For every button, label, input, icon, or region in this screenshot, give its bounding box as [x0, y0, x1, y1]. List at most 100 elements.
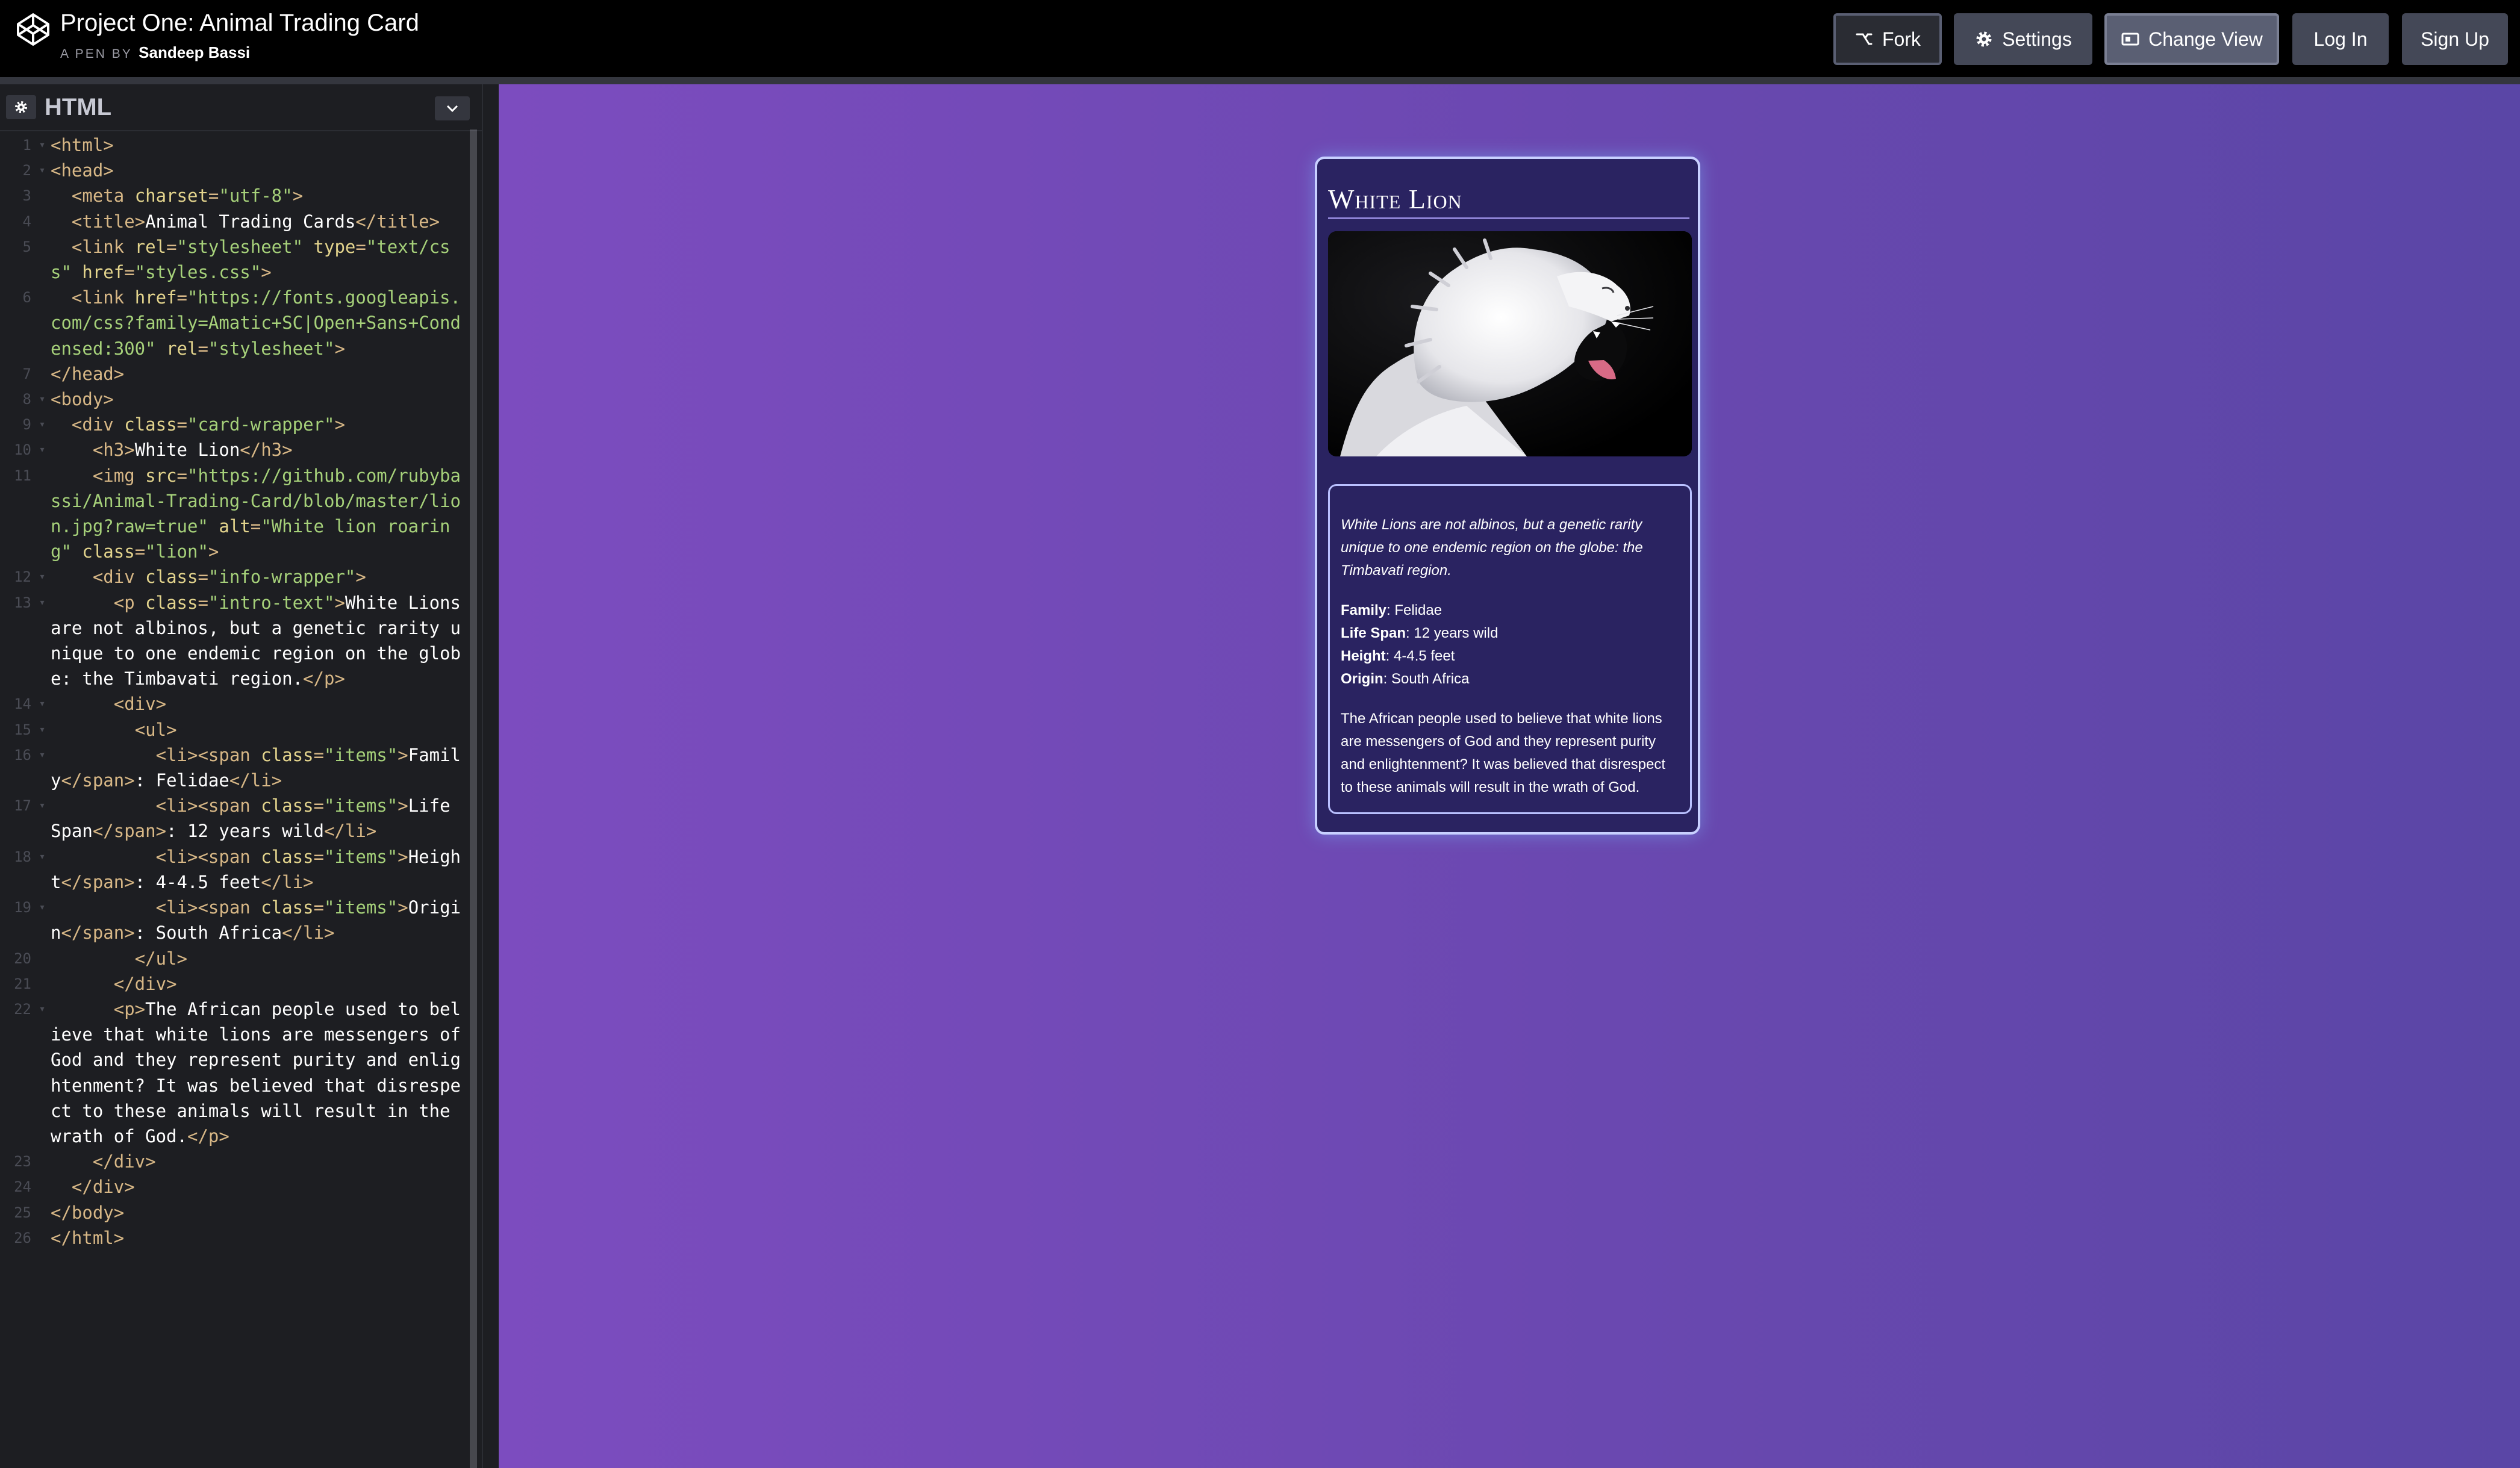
code-token: alt — [208, 516, 251, 537]
line-number: 19 — [14, 899, 31, 916]
code-token: </li> — [282, 922, 335, 944]
fold-toggle-icon[interactable]: ▾ — [34, 437, 51, 462]
login-button[interactable]: Log In — [2292, 13, 2389, 65]
fold-toggle-icon[interactable]: ▾ — [34, 742, 51, 793]
code-token: </p> — [187, 1125, 229, 1146]
code-token: </div> — [71, 1177, 135, 1198]
fold-toggle-icon — [34, 1225, 51, 1251]
fold-toggle-icon — [34, 463, 51, 565]
fold-toggle-icon — [34, 1149, 51, 1174]
code-token: "card-wrapper" — [187, 414, 335, 435]
code-line: 11 <img src="https://github.com/rubybass… — [0, 463, 470, 565]
code-token: class — [145, 567, 198, 588]
code-token: </title> — [355, 211, 440, 232]
line-number: 2 — [22, 162, 31, 179]
header-divider — [0, 77, 2520, 84]
code-token: > — [398, 897, 408, 918]
fold-toggle-icon — [34, 209, 51, 234]
code-token: <html> — [51, 135, 114, 155]
line-number: 12 — [14, 568, 31, 586]
fold-toggle-icon[interactable]: ▾ — [34, 132, 51, 158]
panel-resize-handle[interactable] — [482, 84, 499, 1468]
code-text: <p>The African people used to believe th… — [51, 997, 470, 1149]
fold-toggle-icon[interactable]: ▾ — [34, 844, 51, 895]
line-number: 21 — [14, 975, 31, 992]
facts-list: Family: Felidae Life Span: 12 years wild… — [1341, 599, 1679, 691]
fold-toggle-icon — [34, 361, 51, 387]
fold-toggle-icon[interactable]: ▾ — [34, 997, 51, 1149]
code-line: 8 ▾ <body> — [0, 387, 470, 412]
code-text: <title>Animal Trading Cards</title> — [51, 209, 470, 234]
code-text: <li><span class="items">Life Span</span>… — [51, 793, 470, 844]
fold-toggle-icon[interactable]: ▾ — [34, 387, 51, 412]
fold-toggle-icon[interactable]: ▾ — [34, 564, 51, 589]
fact-value: : Felidae — [1386, 602, 1442, 618]
code-token: : 12 years wild — [166, 821, 324, 842]
codepen-logo-icon[interactable] — [16, 12, 51, 47]
code-line: 18 ▾ <li><span class="items">Height</span… — [0, 844, 470, 895]
fold-toggle-icon[interactable]: ▾ — [34, 691, 51, 717]
fold-toggle-icon[interactable]: ▾ — [34, 412, 51, 437]
trading-card: White Lion White Lions are not albinos, … — [1315, 157, 1700, 835]
code-token: <li><span — [155, 897, 261, 918]
fold-toggle-icon[interactable]: ▾ — [34, 717, 51, 742]
code-token: "items" — [324, 744, 398, 765]
code-text: <ul> — [51, 717, 470, 742]
fold-toggle-icon — [34, 183, 51, 208]
code-token: White Lion — [134, 440, 240, 461]
fold-toggle-icon — [34, 234, 51, 285]
line-number: 23 — [14, 1153, 31, 1171]
code-token: class — [261, 846, 314, 867]
fold-toggle-icon[interactable]: ▾ — [34, 895, 51, 945]
fold-toggle-icon[interactable]: ▾ — [34, 590, 51, 692]
code-token: = — [124, 262, 135, 283]
fork-button[interactable]: Fork — [1833, 13, 1942, 65]
code-text: </html> — [51, 1225, 470, 1251]
fact-origin: Origin: South Africa — [1341, 668, 1679, 691]
code-token: </span> — [61, 770, 135, 791]
code-line: 19 ▾ <li><span class="items">Origin</span… — [0, 895, 470, 945]
code-token: = — [198, 592, 208, 613]
code-editor[interactable]: 1 ▾ <html> 2 ▾ <head> 3 <meta charset="utf-8">… — [0, 132, 470, 1468]
line-number: 20 — [14, 950, 31, 967]
settings-button[interactable]: Settings — [1954, 13, 2092, 65]
code-token: class — [261, 744, 314, 765]
code-line: 22 ▾ <p>The African people used to believ… — [0, 997, 470, 1149]
editor-settings-button[interactable] — [6, 95, 36, 119]
code-text: </body> — [51, 1200, 470, 1225]
code-text: <link rel="stylesheet" type="text/css" h… — [51, 234, 470, 285]
author-byline: A PEN BY Sandeep Bassi — [60, 43, 250, 62]
card-title: White Lion — [1328, 183, 1689, 219]
code-token: The African people used to believe that … — [51, 998, 461, 1146]
fold-toggle-icon — [34, 1174, 51, 1199]
code-text: <div class="info-wrapper"> — [51, 564, 470, 589]
code-token: "stylesheet" — [176, 236, 304, 257]
code-text: <p class="intro-text">White Lions are no… — [51, 590, 470, 692]
change-view-button[interactable]: Change View — [2104, 13, 2279, 65]
author-link[interactable]: Sandeep Bassi — [139, 43, 250, 61]
editor-collapse-button[interactable] — [435, 96, 470, 120]
code-token: "lion" — [145, 541, 208, 562]
fold-toggle-icon[interactable]: ▾ — [34, 793, 51, 844]
code-token: "info-wrapper" — [208, 567, 356, 588]
fold-toggle-icon[interactable]: ▾ — [34, 158, 51, 183]
code-token: "stylesheet" — [208, 338, 335, 359]
fold-toggle-icon — [34, 971, 51, 997]
code-line: 20 </ul> — [0, 946, 470, 971]
signup-button-label: Sign Up — [2421, 28, 2489, 50]
line-number: 17 — [14, 797, 31, 815]
code-line: 15 ▾ <ul> — [0, 717, 470, 742]
code-text: <div> — [51, 691, 470, 717]
code-token: <link — [71, 287, 135, 308]
signup-button[interactable]: Sign Up — [2402, 13, 2508, 65]
editor-scrollbar[interactable] — [470, 129, 477, 1468]
code-token: </head> — [51, 363, 125, 384]
code-token: </div> — [92, 1151, 156, 1172]
